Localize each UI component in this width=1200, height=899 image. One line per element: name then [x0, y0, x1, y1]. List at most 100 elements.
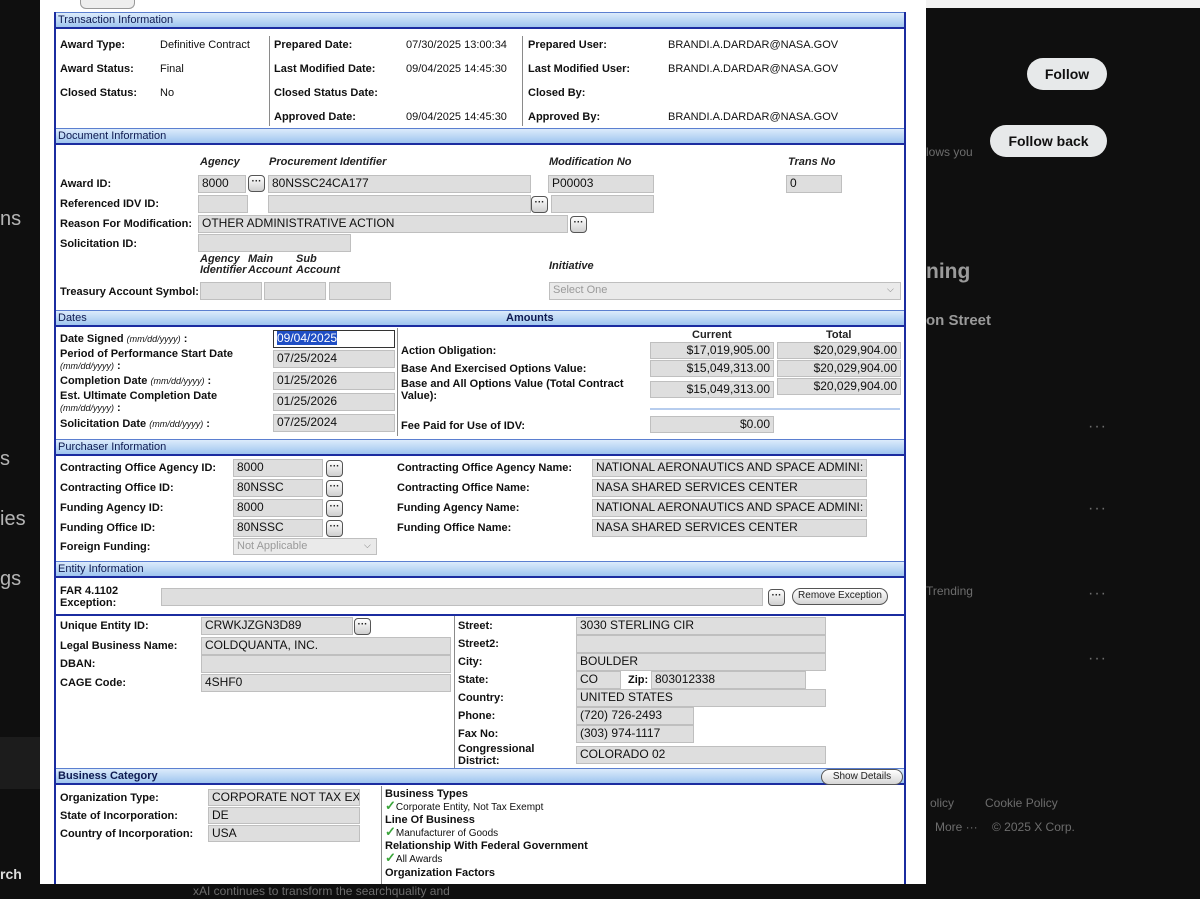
treasury-main-field[interactable]	[264, 282, 326, 300]
chevron-down-icon[interactable]: ⌵	[887, 284, 894, 295]
left-nav-item[interactable]: ies	[0, 508, 26, 531]
phone-label: Phone:	[458, 710, 496, 722]
far-exception-lookup-button[interactable]: ···	[768, 589, 785, 606]
solicitation-date-label: Solicitation Date (mm/dd/yyyy) :	[60, 418, 210, 430]
col-sub-account: Sub Account	[296, 253, 340, 276]
est-completion-field[interactable]: 01/25/2026	[273, 393, 395, 411]
far-exception-field[interactable]	[161, 588, 763, 606]
award-status-value: Final	[160, 63, 184, 75]
completion-field[interactable]: 01/25/2026	[273, 372, 395, 390]
street-trend: on Street	[926, 312, 992, 329]
base-exercised-current[interactable]: $15,049,313.00	[650, 360, 774, 377]
closed-status-label: Closed Status:	[60, 87, 138, 99]
divider	[454, 616, 455, 768]
footer-cookie-link[interactable]: Cookie Policy	[985, 796, 1058, 810]
city-label: City:	[458, 656, 483, 668]
funding-office-lookup-button[interactable]: ···	[326, 520, 343, 537]
state-inc-label: State of Incorporation:	[60, 810, 178, 822]
solicitation-date-field[interactable]: 07/25/2024	[273, 414, 395, 432]
footer-privacy-link[interactable]: olicy	[930, 796, 954, 810]
base-all-current[interactable]: $15,049,313.00	[650, 381, 774, 398]
ref-idv-modification-field[interactable]	[551, 195, 654, 213]
far-exception-label: FAR 4.1102 Exception:	[60, 585, 119, 609]
last-modified-date-value: 09/04/2025 14:45:30	[406, 63, 507, 75]
divider	[269, 36, 270, 126]
ref-idv-lookup-button[interactable]: ···	[531, 196, 548, 213]
date-signed-field[interactable]: 09/04/2025	[273, 330, 395, 348]
fee-label: Fee Paid for Use of IDV:	[401, 420, 526, 432]
more-icon[interactable]: ···	[1088, 650, 1107, 668]
funding-office-name-label: Funding Office Name:	[397, 522, 512, 534]
left-nav-item[interactable]: gs	[0, 568, 21, 591]
checkmark-icon: ✓	[385, 824, 396, 839]
action-obligation-total: $20,029,904.00	[777, 342, 901, 359]
follow-back-button[interactable]: Follow back	[990, 125, 1107, 157]
award-modification-field[interactable]: P00003	[548, 175, 654, 193]
solicitation-id-label: Solicitation ID:	[60, 238, 137, 250]
uei-field[interactable]: CRWKJZGN3D89	[201, 617, 353, 635]
reason-field[interactable]: OTHER ADMINISTRATIVE ACTION	[198, 215, 568, 233]
fax-label: Fax No:	[458, 728, 499, 740]
award-window: Transaction Information Award Type: Defi…	[40, 0, 926, 884]
reason-lookup-button[interactable]: ···	[570, 216, 587, 233]
follow-button[interactable]: Follow	[1027, 58, 1107, 90]
left-nav-item[interactable]: s	[0, 448, 10, 471]
ref-idv-agency-field[interactable]	[198, 195, 248, 213]
country-label: Country:	[458, 692, 504, 704]
award-trans-field[interactable]: 0	[786, 175, 842, 193]
award-agency-lookup-button[interactable]: ···	[248, 175, 265, 192]
funding-agency-id-field[interactable]: 8000	[233, 499, 323, 517]
date-signed-label: Date Signed (mm/dd/yyyy) :	[60, 333, 188, 345]
closed-by-label: Closed By:	[528, 87, 586, 99]
show-details-button[interactable]: Show Details	[821, 769, 903, 785]
col-total: Total	[826, 329, 852, 341]
approved-date-label: Approved Date:	[274, 111, 356, 123]
left-nav-item[interactable]: ns	[0, 208, 21, 231]
section-header-purchaser: Purchaser Information	[56, 439, 904, 456]
action-obligation-current[interactable]: $17,019,905.00	[650, 342, 774, 359]
remove-exception-button[interactable]: Remove Exception	[792, 588, 888, 605]
footer-more-link[interactable]: More ···	[935, 820, 978, 834]
ref-idv-procurement-field[interactable]	[268, 195, 531, 213]
treasury-agency-field[interactable]	[200, 282, 262, 300]
treasury-sub-field[interactable]	[329, 282, 391, 300]
funding-agency-lookup-button[interactable]: ···	[326, 500, 343, 517]
trending-heading: ning	[926, 260, 971, 283]
funding-agency-name-label: Funding Agency Name:	[397, 502, 520, 514]
more-icon[interactable]: ···	[1088, 585, 1107, 603]
co-agency-id-field[interactable]: 8000	[233, 459, 323, 477]
col-main-account: Main Account	[248, 253, 292, 276]
more-icon[interactable]: ···	[1088, 418, 1107, 436]
congressional-label: Congressional District:	[458, 743, 535, 767]
bottom-trend-text: xAI continues to transform the searchqua…	[193, 884, 450, 898]
closed-status-date-label: Closed Status Date:	[274, 87, 378, 99]
co-agency-lookup-button[interactable]: ···	[326, 460, 343, 477]
co-id-field[interactable]: 80NSSC	[233, 479, 323, 497]
co-id-lookup-button[interactable]: ···	[326, 480, 343, 497]
initiative-select[interactable]: Select One	[549, 282, 901, 300]
section-header-transaction: Transaction Information	[56, 12, 904, 29]
top-toolbar-button[interactable]	[80, 0, 135, 9]
foreign-funding-select[interactable]: Not Applicable	[233, 538, 377, 555]
pop-start-label: Period of Performance Start Date (mm/dd/y…	[60, 348, 233, 372]
award-agency-field[interactable]: 8000	[198, 175, 246, 193]
funding-office-id-field[interactable]: 80NSSC	[233, 519, 323, 537]
checkmark-icon: ✓	[385, 798, 396, 813]
uei-label: Unique Entity ID:	[60, 620, 149, 632]
prepared-user-value: BRANDI.A.DARDAR@NASA.GOV	[668, 39, 839, 51]
more-icon[interactable]: ···	[1088, 500, 1107, 518]
approved-by-value: BRANDI.A.DARDAR@NASA.GOV	[668, 111, 839, 123]
pop-start-field[interactable]: 07/25/2024	[273, 350, 395, 368]
col-initiative: Initiative	[549, 260, 594, 272]
dban-label: DBAN:	[60, 658, 96, 670]
chevron-down-icon[interactable]: ⌵	[364, 540, 371, 551]
uei-lookup-button[interactable]: ···	[354, 618, 371, 635]
solicitation-id-field[interactable]	[198, 234, 351, 252]
business-type-value: ✓Corporate Entity, Not Tax Exempt	[385, 798, 544, 813]
city-field: BOULDER	[576, 653, 826, 671]
award-procurement-field[interactable]: 80NSSC24CA177	[268, 175, 531, 193]
fee-field[interactable]: $0.00	[650, 416, 774, 433]
state-field: CO	[576, 671, 621, 689]
award-id-label: Award ID:	[60, 178, 112, 190]
section-header-document: Document Information	[56, 128, 904, 145]
